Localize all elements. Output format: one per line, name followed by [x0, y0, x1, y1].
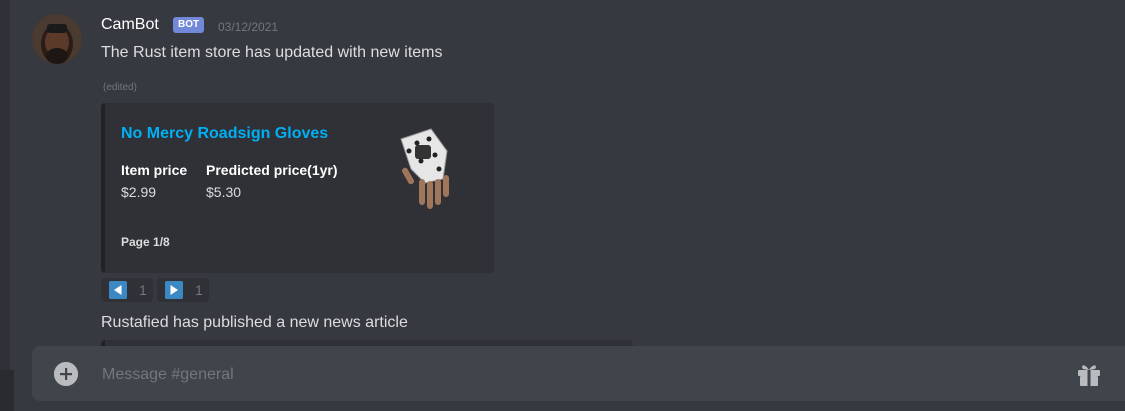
gift-icon	[1078, 365, 1100, 386]
arrow-backward-icon	[109, 281, 127, 299]
avatar-image	[32, 14, 82, 64]
username[interactable]: CamBot	[101, 16, 159, 34]
reaction-count: 1	[195, 282, 203, 298]
gift-button[interactable]	[1075, 360, 1103, 388]
embed-field-predicted-price: Predicted price(1yr) $5.30	[206, 162, 338, 200]
attach-button[interactable]	[54, 362, 78, 386]
left-sidebar-bottom	[0, 370, 14, 411]
edited-label: (edited)	[103, 82, 137, 93]
left-sidebar-edge	[0, 0, 10, 411]
avatar[interactable]	[32, 14, 82, 64]
embed-title-link[interactable]: No Mercy Roadsign Gloves	[121, 125, 328, 143]
message-content: Rustafied has published a new news artic…	[101, 314, 408, 331]
field-value: $2.99	[121, 184, 157, 200]
add-circle-icon	[54, 362, 78, 386]
reaction-next-page[interactable]: 1	[157, 278, 209, 302]
embed-field-item-price: Item price $2.99	[121, 162, 187, 200]
timestamp: 03/12/2021	[218, 20, 279, 34]
reaction-count: 1	[139, 282, 147, 298]
message-content: The Rust item store has updated with new…	[101, 44, 443, 61]
embed-card: No Mercy Roadsign Gloves Item price $2.9…	[101, 103, 494, 273]
field-name: Predicted price(1yr)	[206, 162, 338, 178]
arrow-forward-icon	[165, 281, 183, 299]
chat-messages: CamBot BOT 03/12/2021 The Rust item stor…	[10, 0, 1125, 346]
reaction-previous-page[interactable]: 1	[101, 278, 153, 302]
bot-badge: BOT	[173, 17, 205, 33]
embed-footer-text: Page 1/8	[121, 235, 170, 249]
message-composer	[32, 346, 1125, 401]
glove-thumbnail-image[interactable]	[377, 121, 473, 217]
field-name: Item price	[121, 162, 188, 178]
message-input[interactable]	[100, 361, 1064, 389]
field-value: $5.30	[206, 184, 242, 200]
